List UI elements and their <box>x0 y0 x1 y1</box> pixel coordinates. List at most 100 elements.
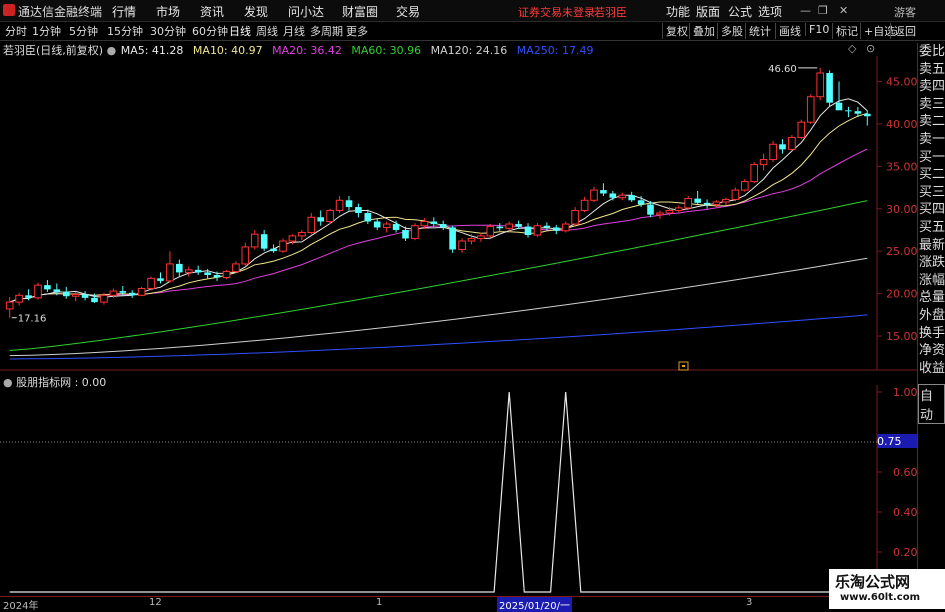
date-label-3: 3 <box>746 597 753 608</box>
candle-body-down <box>63 291 70 297</box>
candle-body-down <box>647 204 654 215</box>
quote-field-label: 收益 <box>919 360 945 376</box>
candle-body-up <box>5 301 14 310</box>
candle-body-up <box>665 209 674 214</box>
quote-field-label: 最新 <box>919 237 945 253</box>
candle-body-down <box>176 263 183 273</box>
candle-body-down <box>317 217 324 222</box>
indicator-label: ● 股朋指标网 : 0.00 <box>3 374 106 390</box>
quote-field-label: 卖二 <box>919 114 945 130</box>
candle-body-up <box>797 121 806 138</box>
candle-body-up <box>477 235 485 239</box>
quote-field-label: 买五 <box>919 220 945 235</box>
candle-body-down <box>345 200 353 208</box>
candle-body-up <box>288 235 297 242</box>
candle-body-down <box>430 221 438 225</box>
price-tick-label: 30.00 <box>886 203 917 216</box>
candle-body-up <box>382 223 391 228</box>
quote-field-label: 总量 <box>919 290 945 306</box>
candle-body-down <box>157 278 164 281</box>
candle-body-up <box>806 96 815 123</box>
candle-body-up <box>147 277 155 290</box>
high-price-annotation: 46.60 <box>768 64 797 75</box>
quote-field-label: 换手 <box>919 325 945 341</box>
date-label-1: 1 <box>376 597 383 608</box>
candle-body-down <box>703 202 711 205</box>
candle-body-down <box>628 195 635 201</box>
candle-body-up <box>533 225 542 236</box>
candle-body-down <box>854 111 862 114</box>
candle-body-up <box>335 199 344 211</box>
candle-body-down <box>600 190 607 194</box>
candle-body-up <box>750 164 759 183</box>
candle-body-up <box>656 212 664 216</box>
candle-body-up <box>166 263 174 282</box>
date-cursor: 2025/01/20/一 <box>497 597 573 612</box>
date-label-12: 12 <box>149 597 162 608</box>
candle-body-up <box>420 220 429 227</box>
candle-body-up <box>759 159 768 166</box>
candle-body-down <box>609 193 617 198</box>
candle-body-up <box>467 237 476 242</box>
ma5-line <box>9 98 868 303</box>
price-tick-label: 35.00 <box>886 160 917 173</box>
quote-field-label: 买一 <box>919 149 945 165</box>
candle-body-up <box>109 290 118 296</box>
candle-body-up <box>298 232 306 237</box>
candle-body-down <box>496 226 504 229</box>
candle-body-up <box>326 209 334 222</box>
quote-field-label: 卖一 <box>919 132 945 147</box>
candle-body-down <box>449 227 456 250</box>
candle-body-down <box>25 295 32 298</box>
candle-body-down <box>364 213 372 222</box>
ma120-line <box>9 257 868 357</box>
candle-body-down <box>119 291 127 293</box>
candle-body-down <box>694 198 701 203</box>
candle-body-up <box>250 233 259 248</box>
candle-body-up <box>241 246 250 265</box>
candle-body-up <box>580 199 589 211</box>
candle-body-up <box>816 72 825 98</box>
indicator-series-line <box>9 391 868 593</box>
candle-body-up <box>684 198 693 209</box>
candle-body-up <box>411 225 419 239</box>
price-axis: 45.00 40.00 35.00 30.00 25.00 20.00 15.00 <box>877 75 917 343</box>
price-tick-label: 40.00 <box>886 118 917 131</box>
watermark-url: www.60lt.com <box>840 592 921 603</box>
indicator-tick-label: 0.40 <box>893 506 917 519</box>
candle-body-up <box>722 198 730 203</box>
low-price-annotation: 17.16 <box>18 314 47 325</box>
candle-body-up <box>486 226 495 237</box>
candle-body-up <box>185 269 193 273</box>
indicator-line <box>9 391 868 593</box>
ma10-line <box>9 112 868 303</box>
candle-body-down <box>213 274 221 278</box>
candle-body-down <box>779 144 786 150</box>
candle-body-up <box>675 207 683 211</box>
candle-body-up <box>505 223 513 229</box>
quote-field-label: 外盘 <box>919 308 945 323</box>
quote-field-label: 涨幅 <box>919 272 945 288</box>
indicator-cursor-label: 0.75 <box>877 435 902 448</box>
candle-body-down <box>373 221 381 228</box>
auto-button[interactable]: 自动 <box>918 384 945 424</box>
candle-body-up <box>222 271 231 278</box>
candle-body-down <box>270 248 277 252</box>
candle-body-up <box>618 194 627 199</box>
indicator-dot-icon: ● <box>3 376 13 389</box>
quote-field-label: 买三 <box>919 184 945 200</box>
candle-body-up <box>741 181 749 191</box>
candle-body-down <box>392 224 400 230</box>
kline-chart[interactable]: 45.00 40.00 35.00 30.00 25.00 20.00 15.00 46.6… <box>0 0 917 596</box>
price-tick-label: 45.00 <box>886 75 917 88</box>
quote-field-label: 卖三 <box>919 96 945 112</box>
candle-body-down <box>835 102 843 111</box>
quote-field-label: 买四 <box>919 202 945 218</box>
price-tick-label: 20.00 <box>886 288 917 301</box>
candle-body-down <box>845 110 852 112</box>
candle-body-down <box>553 227 560 231</box>
candle-body-up <box>571 209 579 225</box>
candle-body-down <box>44 285 51 290</box>
quote-field-label: 卖四 <box>919 79 945 95</box>
candle-body-down <box>91 297 98 303</box>
